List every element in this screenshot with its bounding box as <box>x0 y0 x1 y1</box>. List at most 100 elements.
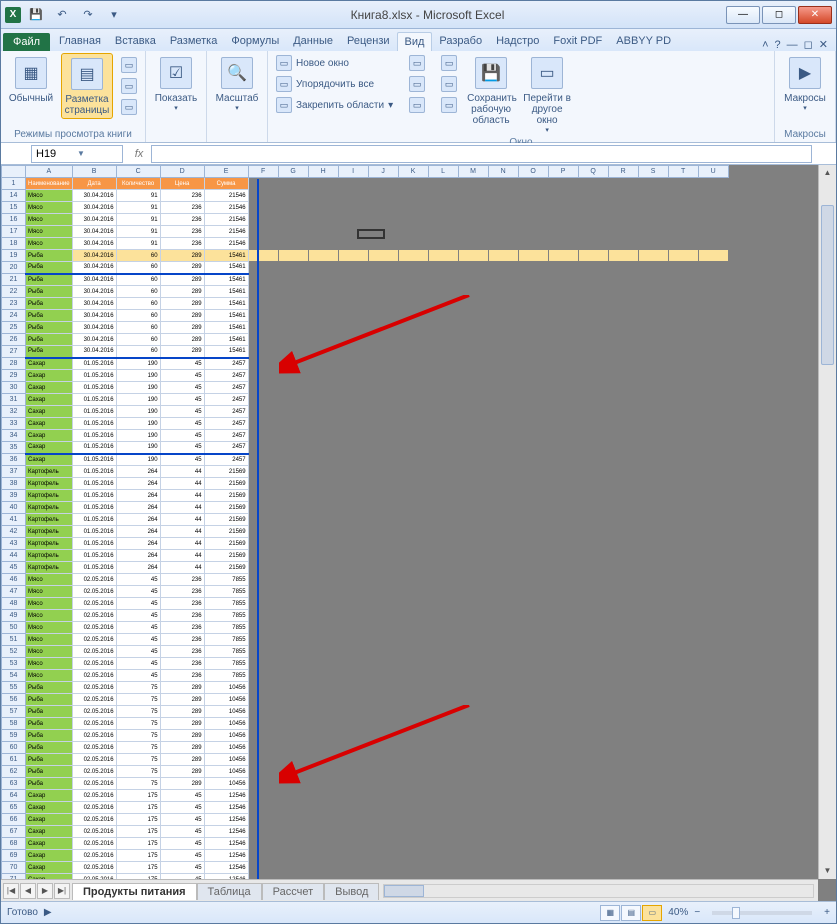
cell[interactable]: 289 <box>160 766 204 778</box>
cell[interactable]: 45 <box>160 814 204 826</box>
fullscreen-button[interactable]: ▭ <box>117 97 141 117</box>
cell[interactable]: Сахар <box>26 430 73 442</box>
cell[interactable]: 30.04.2016 <box>72 190 116 202</box>
cell[interactable]: 190 <box>116 394 160 406</box>
cell[interactable]: 30.04.2016 <box>72 310 116 322</box>
cell[interactable]: 45 <box>160 358 204 370</box>
cell[interactable]: 44 <box>160 562 204 574</box>
custom-views-button[interactable]: ▭ <box>117 76 141 96</box>
cell[interactable]: Мясо <box>26 238 73 250</box>
cell[interactable]: Мясо <box>26 610 73 622</box>
col-header-D[interactable]: D <box>160 166 204 178</box>
cell[interactable]: 02.05.2016 <box>72 826 116 838</box>
fx-icon[interactable]: fx <box>127 148 151 160</box>
cell[interactable]: 45 <box>116 622 160 634</box>
statusbar-normal-view[interactable]: ▦ <box>600 905 620 921</box>
cell[interactable]: 12546 <box>204 862 248 874</box>
row-header-41[interactable]: 41 <box>2 514 26 526</box>
cell[interactable]: Сахар <box>26 850 73 862</box>
cell[interactable]: 44 <box>160 502 204 514</box>
row-header-42[interactable]: 42 <box>2 526 26 538</box>
cell[interactable]: 190 <box>116 406 160 418</box>
cell[interactable]: 91 <box>116 214 160 226</box>
unhide-button[interactable]: ▭ <box>405 95 429 115</box>
record-macro-icon[interactable]: ▶ <box>44 907 52 918</box>
row-header-39[interactable]: 39 <box>2 490 26 502</box>
cell[interactable]: 02.05.2016 <box>72 730 116 742</box>
col-header-K[interactable]: K <box>398 166 428 178</box>
cell[interactable]: 02.05.2016 <box>72 646 116 658</box>
row-header-64[interactable]: 64 <box>2 790 26 802</box>
scroll-down-icon[interactable]: ▼ <box>819 863 836 879</box>
cell[interactable]: 60 <box>116 286 160 298</box>
cell[interactable]: 02.05.2016 <box>72 790 116 802</box>
cell[interactable]: 45 <box>116 670 160 682</box>
row-header-51[interactable]: 51 <box>2 634 26 646</box>
cell[interactable]: 30.04.2016 <box>72 334 116 346</box>
cell[interactable]: Сахар <box>26 394 73 406</box>
cell[interactable]: Мясо <box>26 586 73 598</box>
row-header-28[interactable]: 28 <box>2 358 26 370</box>
cell[interactable]: 75 <box>116 766 160 778</box>
cell[interactable]: Мясо <box>26 634 73 646</box>
cell[interactable]: Сахар <box>26 442 73 454</box>
cell[interactable]: 7855 <box>204 598 248 610</box>
cell[interactable]: 75 <box>116 682 160 694</box>
cell[interactable]: 236 <box>160 610 204 622</box>
cell[interactable]: 190 <box>116 430 160 442</box>
cell[interactable]: 45 <box>160 790 204 802</box>
new-window-button[interactable]: ▭Новое окно <box>272 53 397 73</box>
cell[interactable]: 21569 <box>204 550 248 562</box>
cell[interactable]: 30.04.2016 <box>72 238 116 250</box>
cell[interactable]: 01.05.2016 <box>72 550 116 562</box>
cell[interactable]: 2457 <box>204 394 248 406</box>
cell[interactable]: 2457 <box>204 430 248 442</box>
cell[interactable]: Мясо <box>26 574 73 586</box>
cell[interactable]: Сахар <box>26 382 73 394</box>
col-header-E[interactable]: E <box>204 166 248 178</box>
cell[interactable]: 02.05.2016 <box>72 814 116 826</box>
cell[interactable]: 45 <box>160 430 204 442</box>
col-header-S[interactable]: S <box>638 166 668 178</box>
cell[interactable]: 45 <box>160 418 204 430</box>
cell[interactable]: Сахар <box>26 814 73 826</box>
cell[interactable]: 44 <box>160 550 204 562</box>
col-header-C[interactable]: C <box>116 166 160 178</box>
cell[interactable]: 7855 <box>204 574 248 586</box>
row-header-58[interactable]: 58 <box>2 718 26 730</box>
arrange-all-button[interactable]: ▭Упорядочить все <box>272 74 397 94</box>
cell[interactable]: 91 <box>116 202 160 214</box>
cell[interactable]: 15461 <box>204 334 248 346</box>
row-header-55[interactable]: 55 <box>2 682 26 694</box>
cell[interactable]: 10456 <box>204 766 248 778</box>
row-header-61[interactable]: 61 <box>2 754 26 766</box>
cell[interactable]: 44 <box>160 526 204 538</box>
cell[interactable]: 7855 <box>204 610 248 622</box>
cell[interactable]: Картофель <box>26 526 73 538</box>
cell[interactable]: 44 <box>160 538 204 550</box>
cell[interactable]: 02.05.2016 <box>72 862 116 874</box>
zoom-in-button[interactable]: + <box>824 907 830 918</box>
qat-undo[interactable]: ↶ <box>51 4 73 26</box>
maximize-button[interactable]: ◻ <box>762 6 796 24</box>
row-header-34[interactable]: 34 <box>2 430 26 442</box>
cell[interactable]: Сахар <box>26 358 73 370</box>
row-header-46[interactable]: 46 <box>2 574 26 586</box>
cell[interactable]: 75 <box>116 718 160 730</box>
col-header-U[interactable]: U <box>698 166 728 178</box>
cell[interactable]: 30.04.2016 <box>72 298 116 310</box>
cell[interactable]: 02.05.2016 <box>72 634 116 646</box>
cell[interactable]: 7855 <box>204 634 248 646</box>
cell[interactable]: 02.05.2016 <box>72 706 116 718</box>
cell[interactable]: 75 <box>116 694 160 706</box>
row-header-44[interactable]: 44 <box>2 550 26 562</box>
cell[interactable]: 21569 <box>204 478 248 490</box>
tab-формулы[interactable]: Формулы <box>224 32 286 51</box>
zoom-level[interactable]: 40% <box>668 907 688 918</box>
cell[interactable]: 45 <box>116 646 160 658</box>
cell[interactable]: 02.05.2016 <box>72 766 116 778</box>
cell[interactable]: 75 <box>116 730 160 742</box>
cell[interactable]: 21569 <box>204 490 248 502</box>
cell[interactable]: 236 <box>160 190 204 202</box>
cell[interactable]: 02.05.2016 <box>72 610 116 622</box>
